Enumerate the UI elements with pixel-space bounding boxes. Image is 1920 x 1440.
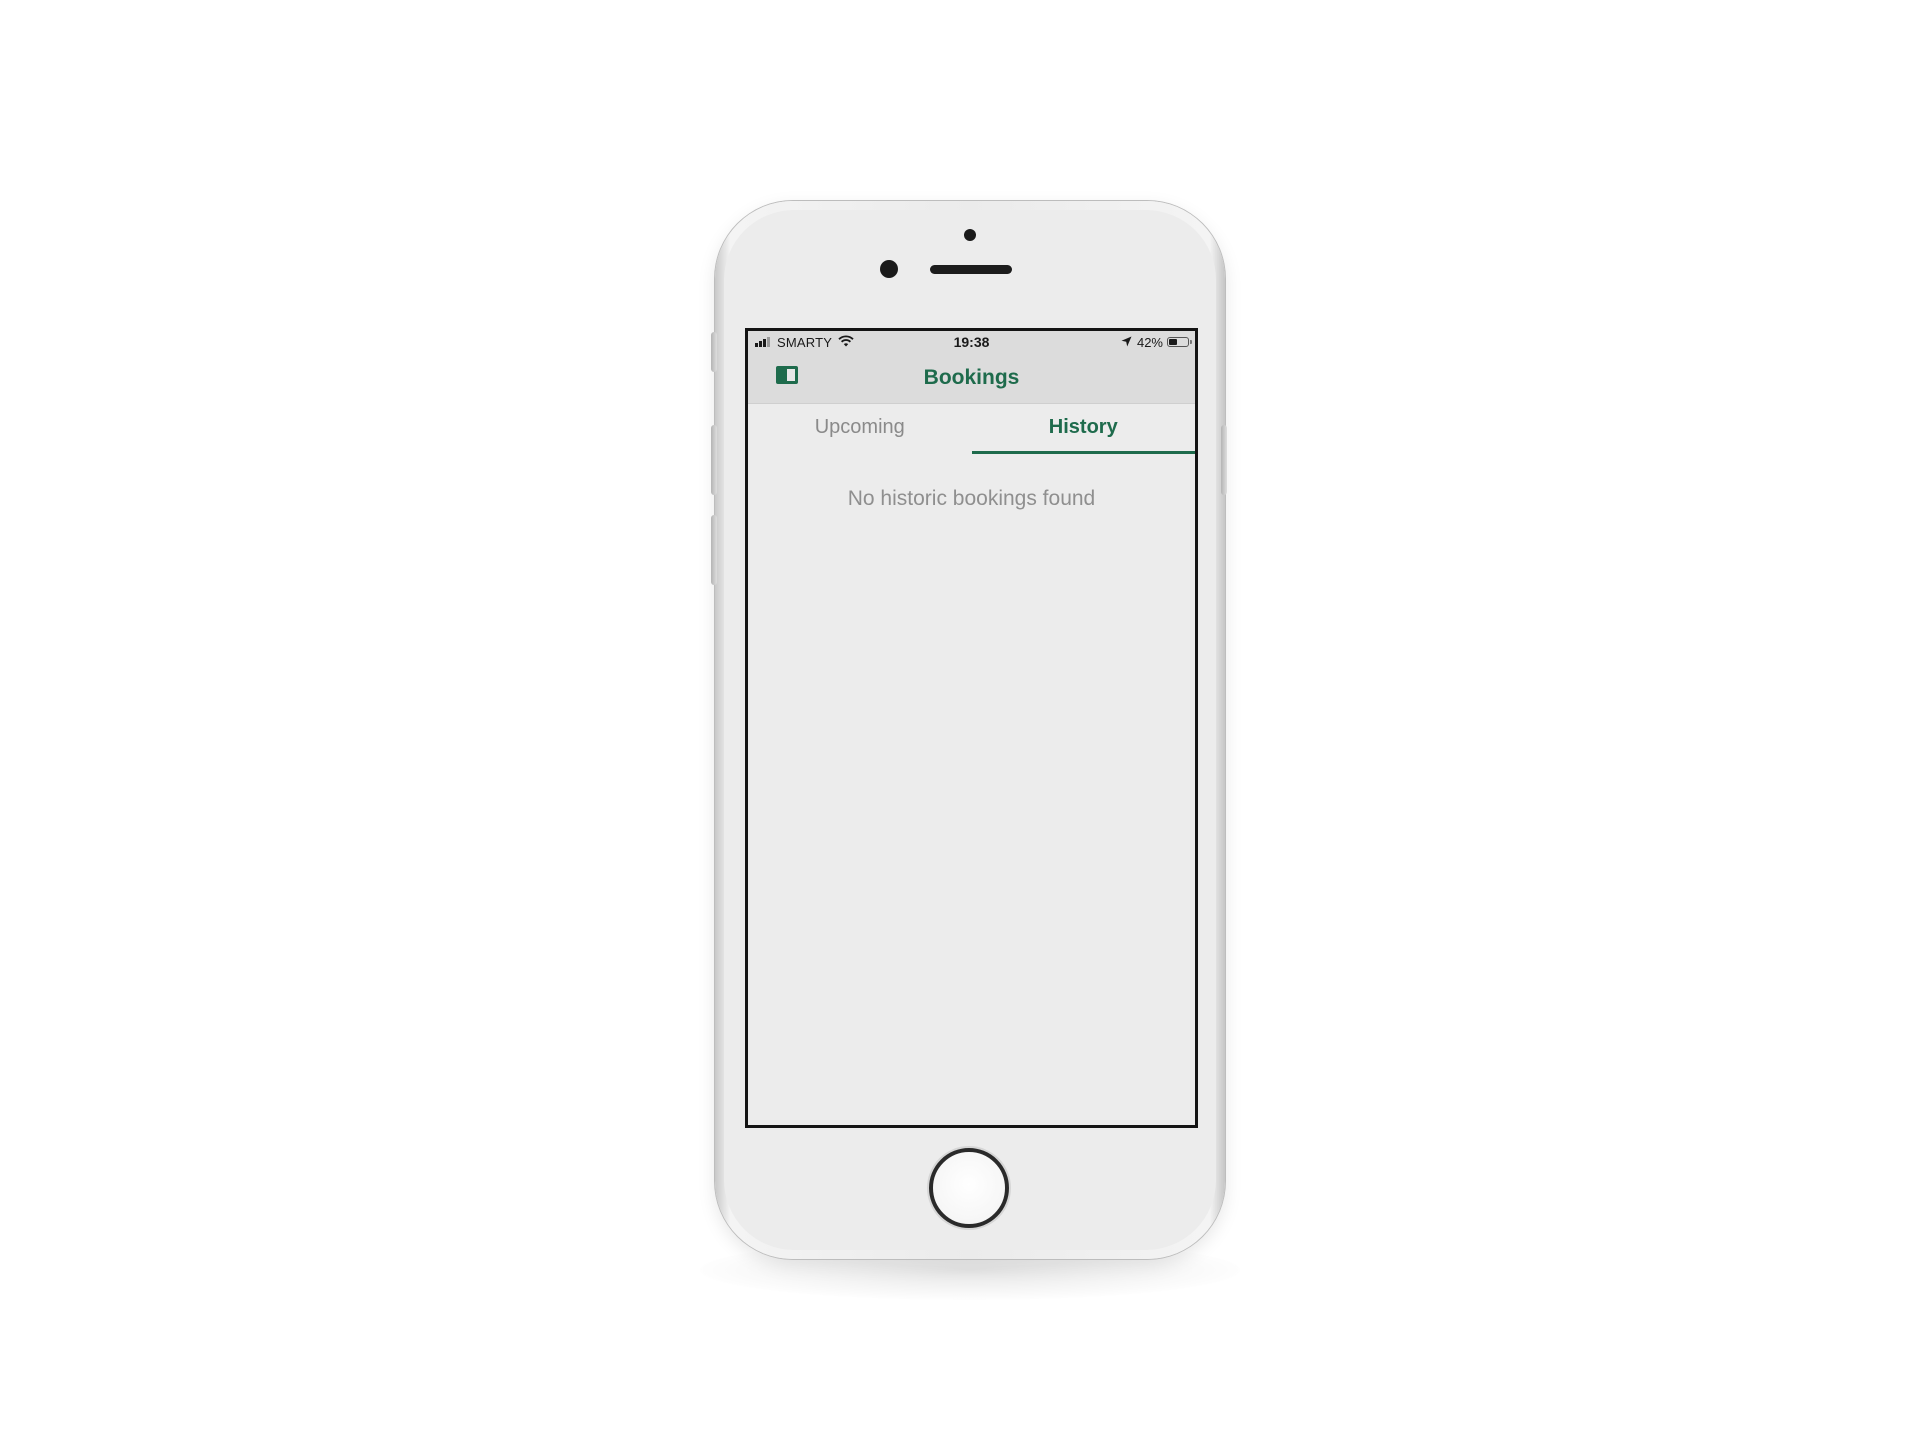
volume-up-button bbox=[711, 425, 717, 495]
navigation-bar: Bookings bbox=[748, 353, 1195, 404]
status-bar: SMARTY 19:38 42% bbox=[748, 331, 1195, 353]
earpiece-speaker bbox=[930, 265, 1012, 274]
location-arrow-icon bbox=[1121, 334, 1132, 350]
tab-upcoming-label: Upcoming bbox=[814, 416, 905, 438]
battery-icon bbox=[1167, 337, 1192, 347]
app-screen: SMARTY 19:38 42% Bookings Upcoming Histo… bbox=[745, 328, 1198, 1128]
proximity-sensor bbox=[964, 229, 976, 241]
empty-state-message: No historic bookings found bbox=[847, 487, 1096, 510]
mute-switch bbox=[711, 332, 717, 372]
status-right: 42% bbox=[1121, 334, 1192, 350]
active-tab-indicator bbox=[971, 451, 1195, 454]
tab-history-label: History bbox=[1048, 416, 1118, 438]
power-button bbox=[1221, 425, 1227, 495]
stage: SMARTY 19:38 42% Bookings Upcoming Histo… bbox=[0, 0, 1920, 1440]
front-camera bbox=[880, 260, 898, 278]
battery-percent: 42% bbox=[1136, 334, 1163, 350]
page-title: Bookings bbox=[923, 366, 1020, 389]
volume-down-button bbox=[711, 515, 717, 585]
battery-fill bbox=[1169, 339, 1177, 345]
tab-history[interactable]: History bbox=[971, 404, 1195, 456]
tab-bar: Upcoming History bbox=[748, 404, 1195, 456]
home-button[interactable] bbox=[929, 1148, 1009, 1228]
battery-nub bbox=[1190, 340, 1192, 344]
tab-upcoming[interactable]: Upcoming bbox=[748, 404, 972, 456]
